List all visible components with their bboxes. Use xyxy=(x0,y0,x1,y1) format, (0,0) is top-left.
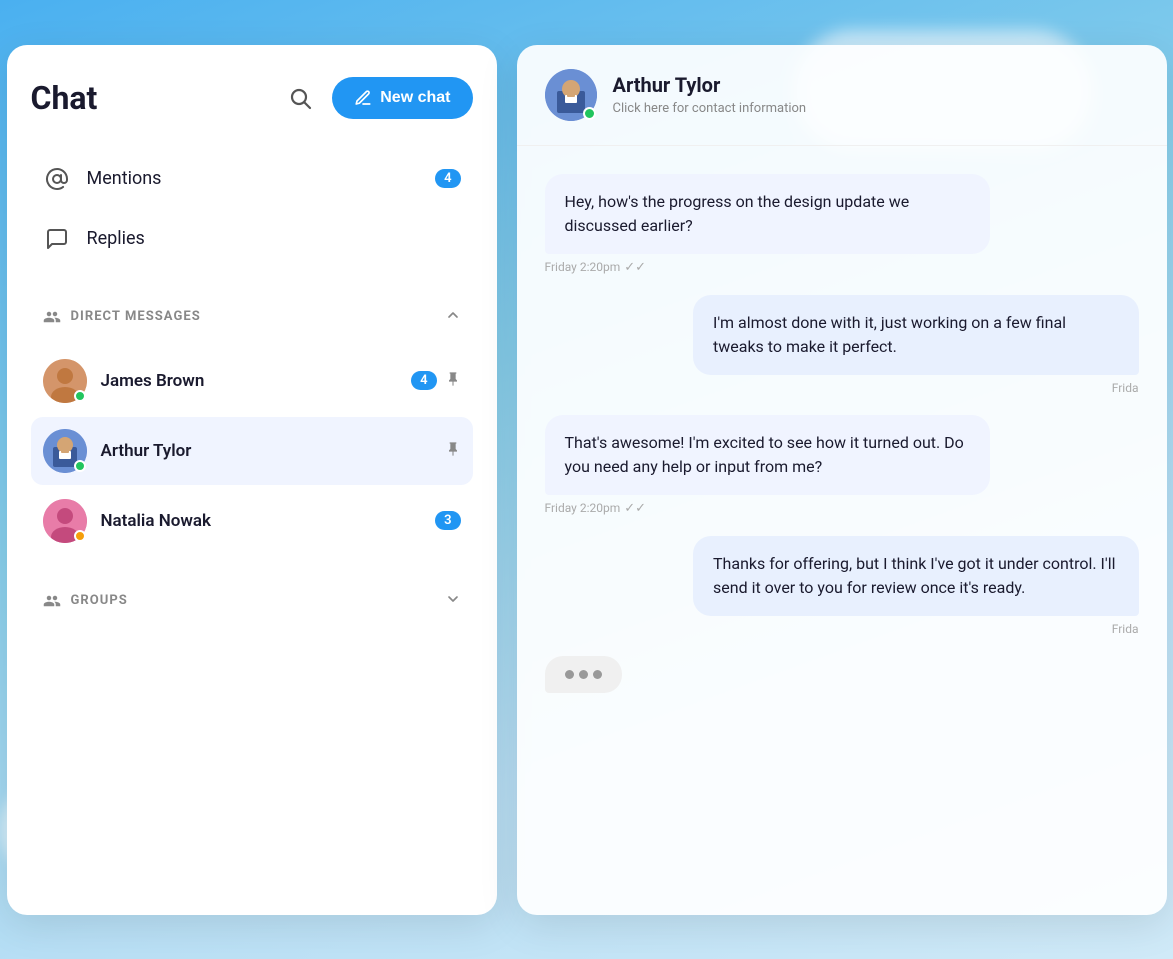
dm-actions-natalia: 3 xyxy=(435,511,460,530)
dm-section-header[interactable]: DIRECT MESSAGES xyxy=(31,295,473,339)
search-icon xyxy=(288,86,312,110)
dm-name-james: James Brown xyxy=(101,371,398,391)
typing-dot-2 xyxy=(579,670,588,679)
reply-icon xyxy=(43,225,71,253)
message-row-2: I'm almost done with it, just working on… xyxy=(545,295,1139,395)
status-arthur xyxy=(74,460,86,472)
avatar-wrapper-natalia xyxy=(43,499,87,543)
typing-row xyxy=(545,656,1139,693)
message-meta-1: Friday 2:20pm ✓✓ xyxy=(545,260,647,275)
dm-section-header-left: DIRECT MESSAGES xyxy=(43,308,201,326)
message-meta-3: Friday 2:20pm ✓✓ xyxy=(545,501,647,516)
search-button[interactable] xyxy=(280,78,320,118)
panel-header: Chat New chat xyxy=(31,77,473,119)
new-chat-label: New chat xyxy=(380,89,450,107)
app-container: Chat New chat xyxy=(7,45,1167,915)
right-panel: Arthur Tylor Click here for contact info… xyxy=(517,45,1167,915)
nav-item-replies[interactable]: Replies xyxy=(31,211,473,267)
message-time-4: Frida xyxy=(1112,622,1139,636)
replies-label: Replies xyxy=(87,228,461,249)
dm-item-natalia[interactable]: Natalia Nowak 3 xyxy=(31,487,473,555)
dm-actions-arthur xyxy=(445,441,461,461)
double-check-1: ✓✓ xyxy=(624,260,646,275)
avatar-wrapper-arthur xyxy=(43,429,87,473)
status-natalia xyxy=(74,530,86,542)
header-actions: New chat xyxy=(280,77,472,119)
dm-list: James Brown 4 xyxy=(31,347,473,555)
groups-chevron-icon xyxy=(445,591,461,611)
groups-section-header-left: GROUPS xyxy=(43,592,128,610)
typing-dot-1 xyxy=(565,670,574,679)
dm-name-arthur: Arthur Tylor xyxy=(101,441,431,461)
typing-dot-3 xyxy=(593,670,602,679)
bubble-2: I'm almost done with it, just working on… xyxy=(693,295,1139,375)
dm-name-natalia: Natalia Nowak xyxy=(101,511,422,531)
status-james xyxy=(74,390,86,402)
message-time-3: Friday 2:20pm xyxy=(545,501,621,515)
message-time-1: Friday 2:20pm xyxy=(545,260,621,274)
chat-contact-name: Arthur Tylor xyxy=(613,73,807,97)
message-row-4: Thanks for offering, but I think I've go… xyxy=(545,536,1139,636)
groups-section-title: GROUPS xyxy=(71,593,128,608)
dm-actions-james: 4 xyxy=(411,371,460,391)
messages-area: Hey, how's the progress on the design up… xyxy=(517,146,1167,915)
message-meta-4: Frida xyxy=(1112,622,1139,636)
message-row-3: That's awesome! I'm excited to see how i… xyxy=(545,415,1139,516)
avatar-wrapper-james xyxy=(43,359,87,403)
mentions-label: Mentions xyxy=(87,168,420,189)
dm-item-james[interactable]: James Brown 4 xyxy=(31,347,473,415)
nav-section: Mentions 4 Replies xyxy=(31,151,473,271)
pin-icon-arthur xyxy=(445,441,461,461)
dm-badge-natalia: 3 xyxy=(435,511,460,530)
bubble-4: Thanks for offering, but I think I've go… xyxy=(693,536,1139,616)
dm-badge-james: 4 xyxy=(411,371,436,390)
typing-indicator xyxy=(545,656,622,693)
edit-icon xyxy=(354,89,372,107)
bubble-1: Hey, how's the progress on the design up… xyxy=(545,174,991,254)
chat-header-info: Arthur Tylor Click here for contact info… xyxy=(613,73,807,116)
dm-section-title: DIRECT MESSAGES xyxy=(71,309,201,324)
left-panel: Chat New chat xyxy=(7,45,497,915)
nav-item-mentions[interactable]: Mentions 4 xyxy=(31,151,473,207)
chat-header-avatar xyxy=(545,69,597,121)
chat-header[interactable]: Arthur Tylor Click here for contact info… xyxy=(517,45,1167,146)
chat-contact-subtitle: Click here for contact information xyxy=(613,101,807,116)
at-icon xyxy=(43,165,71,193)
people-icon xyxy=(43,308,61,326)
panel-title: Chat xyxy=(31,79,98,117)
message-row-1: Hey, how's the progress on the design up… xyxy=(545,174,1139,275)
groups-section-header[interactable]: GROUPS xyxy=(31,579,473,623)
double-check-3: ✓✓ xyxy=(624,501,646,516)
dm-chevron-icon xyxy=(445,307,461,327)
groups-icon xyxy=(43,592,61,610)
message-time-2: Frida xyxy=(1112,381,1139,395)
dm-item-arthur[interactable]: Arthur Tylor xyxy=(31,417,473,485)
message-meta-2: Frida xyxy=(1112,381,1139,395)
bubble-3: That's awesome! I'm excited to see how i… xyxy=(545,415,991,495)
pin-icon-james xyxy=(445,371,461,391)
new-chat-button[interactable]: New chat xyxy=(332,77,472,119)
chat-header-status xyxy=(583,107,596,120)
mentions-badge: 4 xyxy=(435,169,460,188)
